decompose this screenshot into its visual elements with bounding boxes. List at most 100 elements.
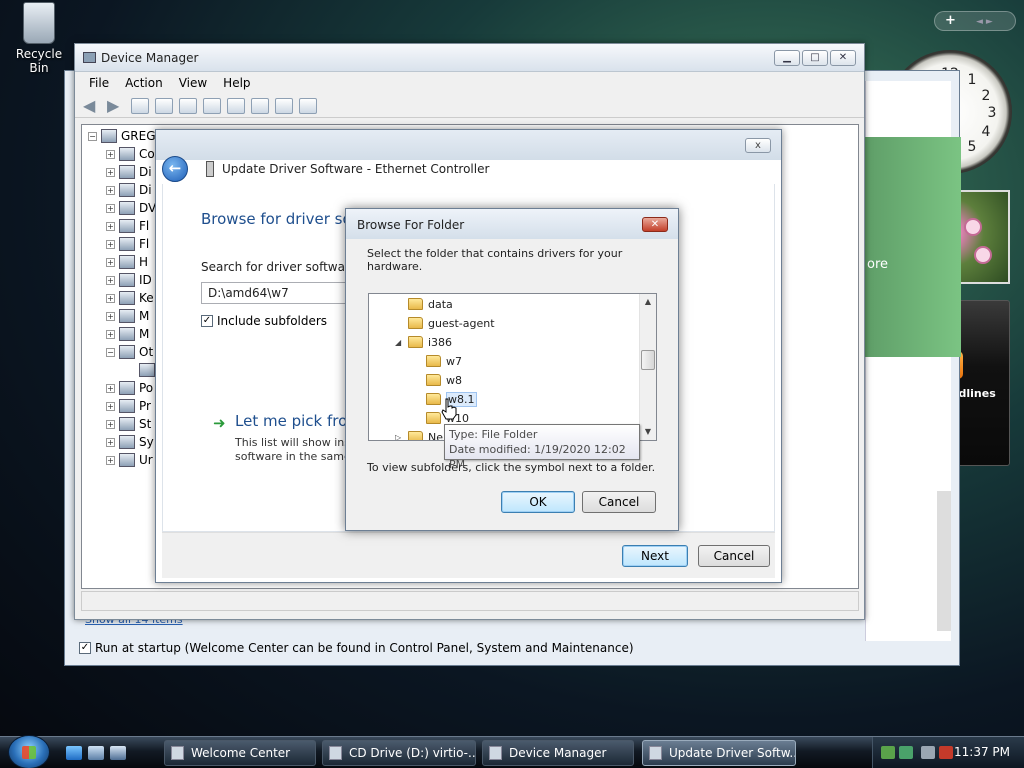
network-icon[interactable] bbox=[881, 746, 895, 759]
device-category[interactable]: + Po bbox=[106, 379, 153, 397]
expand-icon[interactable]: + bbox=[106, 239, 115, 249]
switch-windows-icon[interactable] bbox=[110, 746, 126, 760]
wizard-close-button[interactable]: x bbox=[745, 138, 771, 153]
device-category[interactable]: + M bbox=[106, 307, 149, 325]
scroll-up-icon[interactable]: ▲ bbox=[640, 294, 656, 310]
expand-icon[interactable]: + bbox=[106, 185, 115, 195]
device-category[interactable]: + Fl bbox=[106, 217, 149, 235]
expand-icon[interactable]: + bbox=[106, 257, 115, 267]
taskbar-clock[interactable]: 11:37 PM bbox=[954, 745, 1010, 759]
device-category[interactable]: + Sy bbox=[106, 433, 154, 451]
show-hide-console-icon[interactable] bbox=[155, 97, 173, 114]
device-category[interactable]: + Co bbox=[106, 145, 155, 163]
expand-icon[interactable]: + bbox=[106, 203, 115, 213]
expand-icon[interactable]: + bbox=[106, 455, 115, 465]
expand-icon[interactable]: + bbox=[106, 437, 115, 447]
folder-item[interactable]: guest-agent bbox=[395, 314, 495, 332]
expand-icon[interactable]: + bbox=[106, 221, 115, 231]
internet-explorer-icon[interactable] bbox=[66, 746, 82, 760]
next-button[interactable]: Next bbox=[622, 545, 688, 567]
maximize-button[interactable]: □ bbox=[802, 50, 828, 66]
close-button[interactable]: ✕ bbox=[830, 50, 856, 66]
device-category[interactable]: + M bbox=[106, 325, 149, 343]
folder-item[interactable]: w8 bbox=[413, 371, 462, 389]
device-category[interactable]: + H bbox=[106, 253, 148, 271]
taskbar-button[interactable]: Device Manager bbox=[482, 740, 634, 766]
collapse-icon[interactable]: − bbox=[88, 131, 97, 141]
browse-titlebar[interactable]: Browse For Folder ✕ bbox=[346, 209, 678, 239]
browse-cancel-button[interactable]: Cancel bbox=[582, 491, 656, 513]
device-category[interactable]: + St bbox=[106, 415, 151, 433]
expand-icon[interactable]: + bbox=[106, 329, 115, 339]
start-button[interactable] bbox=[8, 735, 50, 768]
menu-view[interactable]: View bbox=[179, 76, 207, 90]
taskbar-button[interactable]: Update Driver Softw... bbox=[642, 740, 796, 766]
update-driver-icon[interactable] bbox=[251, 97, 269, 114]
browse-close-button[interactable]: ✕ bbox=[642, 217, 668, 232]
help-icon[interactable] bbox=[179, 97, 197, 114]
forward-arrow-icon[interactable]: ▶ bbox=[107, 97, 125, 114]
folder-tree[interactable]: ▲ ▼ data guest-agent ◢ i386 w7 w8 w8.1 w10 ▷ Ne bbox=[368, 293, 657, 441]
sidebar-controls[interactable]: + ◄ ► bbox=[934, 11, 1016, 31]
expand-icon[interactable]: + bbox=[106, 293, 115, 303]
run-at-startup-option[interactable]: ✓ Run at startup (Welcome Center can be … bbox=[79, 641, 634, 655]
wizard-title: Update Driver Software - Ethernet Contro… bbox=[222, 162, 490, 176]
properties-icon[interactable] bbox=[131, 97, 149, 114]
device-category[interactable]: + Pr bbox=[106, 397, 151, 415]
device-category[interactable]: + Ur bbox=[106, 451, 153, 469]
collapse-icon[interactable]: − bbox=[106, 347, 115, 357]
scroll-thumb[interactable] bbox=[641, 350, 655, 370]
tree-root[interactable]: − GREG bbox=[88, 127, 156, 145]
device-manager-titlebar[interactable]: Device Manager ▁ □ ✕ bbox=[75, 44, 864, 72]
include-subfolders-option[interactable]: ✓ Include subfolders bbox=[201, 314, 327, 328]
device-category[interactable]: + Di bbox=[106, 163, 152, 181]
back-button[interactable]: ← bbox=[162, 156, 188, 182]
device-category[interactable]: + Fl bbox=[106, 235, 149, 253]
expand-icon[interactable]: + bbox=[106, 401, 115, 411]
menu-help[interactable]: Help bbox=[223, 76, 250, 90]
expand-icon[interactable]: + bbox=[106, 167, 115, 177]
folder-item[interactable]: data bbox=[395, 295, 453, 313]
taskbar-button[interactable]: Welcome Center bbox=[164, 740, 316, 766]
expand-icon[interactable]: + bbox=[106, 383, 115, 393]
scan-hardware-icon[interactable] bbox=[227, 97, 245, 114]
expand-arrow-icon[interactable]: ▷ bbox=[395, 433, 403, 441]
folder-tree-scrollbar[interactable]: ▲ ▼ bbox=[639, 294, 656, 440]
wizard-cancel-button[interactable]: Cancel bbox=[698, 545, 770, 567]
device-category[interactable]: + Di bbox=[106, 181, 152, 199]
show-desktop-icon[interactable] bbox=[88, 746, 104, 760]
device-category[interactable]: + Ke bbox=[106, 289, 154, 307]
device-category[interactable]: + DV bbox=[106, 199, 156, 217]
menu-action[interactable]: Action bbox=[125, 76, 163, 90]
device-category-label: Fl bbox=[139, 219, 150, 233]
expand-icon[interactable]: + bbox=[106, 419, 115, 429]
volume-muted-icon[interactable] bbox=[939, 746, 953, 759]
collapse-arrow-icon[interactable]: ◢ bbox=[395, 338, 403, 347]
folder-item[interactable]: ▷ Ne bbox=[395, 428, 443, 441]
device-category[interactable]: + ID bbox=[106, 271, 152, 289]
recycle-bin-icon[interactable]: Recycle Bin bbox=[6, 2, 72, 75]
startup-checkbox[interactable]: ✓ bbox=[79, 642, 91, 654]
expand-icon[interactable]: + bbox=[106, 275, 115, 285]
network-status-icon[interactable] bbox=[921, 746, 935, 759]
expand-icon[interactable]: + bbox=[106, 311, 115, 321]
folder-item[interactable]: ◢ i386 bbox=[395, 333, 452, 351]
add-gadget-button[interactable]: + bbox=[945, 13, 956, 28]
expand-icon[interactable]: + bbox=[106, 149, 115, 159]
minimize-button[interactable]: ▁ bbox=[774, 50, 800, 66]
back-arrow-icon[interactable]: ◀ bbox=[83, 97, 101, 114]
sidebar-nav-arrows[interactable]: ◄ ► bbox=[976, 17, 993, 27]
ok-button[interactable]: OK bbox=[501, 491, 575, 513]
disable-device-icon[interactable] bbox=[299, 97, 317, 114]
menu-file[interactable]: File bbox=[89, 76, 109, 90]
pick-from-list-heading[interactable]: Let me pick from bbox=[235, 412, 362, 430]
uninstall-icon[interactable] bbox=[275, 97, 293, 114]
scroll-down-icon[interactable]: ▼ bbox=[640, 424, 656, 440]
device-category[interactable]: − Ot bbox=[106, 343, 153, 361]
safely-remove-icon[interactable] bbox=[899, 746, 913, 759]
welcome-scrollbar[interactable] bbox=[937, 491, 951, 631]
folder-item[interactable]: w7 bbox=[413, 352, 462, 370]
taskbar-button[interactable]: CD Drive (D:) virtio-... bbox=[322, 740, 476, 766]
include-subfolders-checkbox[interactable]: ✓ bbox=[201, 315, 213, 327]
details-icon[interactable] bbox=[203, 97, 221, 114]
